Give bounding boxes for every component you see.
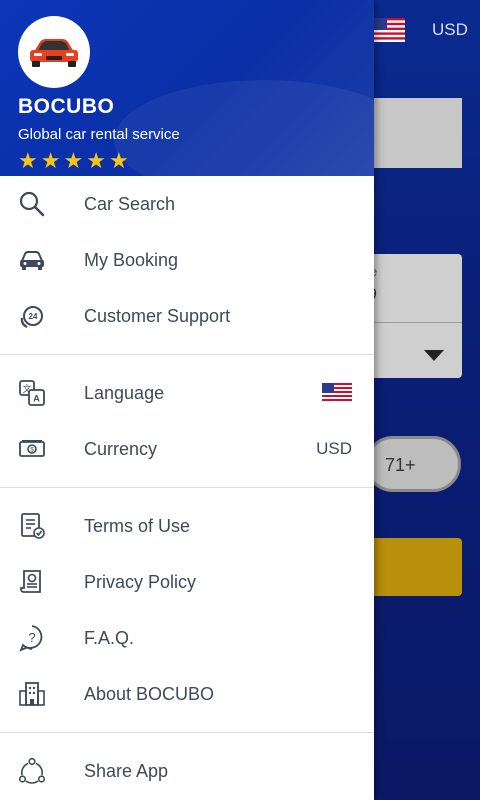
menu-item-currency[interactable]: $ Currency USD (0, 421, 374, 477)
menu-item-faq[interactable]: ? F.A.Q. (0, 610, 374, 666)
background-date-card[interactable]: e 9 (368, 254, 462, 378)
currency-code[interactable]: USD (432, 20, 468, 40)
translate-icon: 文A (18, 379, 46, 407)
age-pill-label: 71+ (385, 455, 416, 475)
menu-item-label: About BOCUBO (84, 683, 215, 704)
menu-item-label: Language (84, 382, 165, 403)
menu-section-info: Terms of Use Privacy Policy ? F.A.Q. Abo… (0, 488, 374, 733)
question-icon: ? (18, 624, 46, 652)
menu-section-preferences: 文A Language $ Currency USD (0, 355, 374, 488)
menu-item-label: Customer Support (84, 305, 231, 326)
background-age-pill[interactable]: 71+ (365, 436, 461, 492)
menu-item-label: Share App (84, 760, 169, 781)
building-icon (18, 680, 46, 708)
support-24-icon: 24 (18, 302, 46, 330)
drawer-header: BOCUBO Global car rental service ★ ★ ★ ★… (0, 0, 374, 176)
background-search-box[interactable] (370, 98, 462, 168)
menu-item-customer-support[interactable]: 24 Customer Support (0, 288, 374, 344)
menu-item-label: Car Search (84, 193, 176, 214)
us-flag-icon[interactable] (373, 18, 405, 42)
avatar (18, 16, 90, 88)
brand-subtitle: Global car rental service (18, 126, 180, 143)
svg-text:24: 24 (29, 312, 38, 321)
menu-item-privacy-policy[interactable]: Privacy Policy (0, 554, 374, 610)
menu-section-main: Car Search My Booking 24 Customer Suppor… (0, 176, 374, 355)
brand-title: BOCUBO (18, 95, 115, 118)
search-icon (18, 190, 46, 218)
currency-value: USD (316, 439, 352, 458)
navigation-drawer: BOCUBO Global car rental service ★ ★ ★ ★… (0, 0, 374, 800)
red-car-logo-icon (30, 39, 78, 67)
star-icon: ★ (40, 148, 61, 173)
menu-item-label: Currency (84, 438, 158, 459)
rating-stars: ★ ★ ★ ★ ★ (18, 150, 129, 172)
menu-item-label: Terms of Use (84, 515, 191, 536)
menu-item-label: F.A.Q. (84, 627, 135, 648)
car-icon (18, 246, 46, 274)
star-icon: ★ (108, 148, 129, 173)
star-icon: ★ (18, 148, 38, 173)
menu-item-terms-of-use[interactable]: Terms of Use (0, 498, 374, 554)
share-icon (18, 757, 46, 785)
banknote-icon: $ (18, 435, 46, 463)
menu-section-share: Share App (0, 733, 374, 799)
divider (370, 322, 462, 323)
menu-item-my-booking[interactable]: My Booking (0, 232, 374, 288)
star-icon: ★ (63, 148, 84, 173)
menu-item-language[interactable]: 文A Language (0, 365, 374, 421)
background-search-button[interactable] (370, 538, 462, 596)
certificate-icon (18, 568, 46, 596)
star-icon: ★ (86, 148, 106, 173)
us-flag-icon (322, 383, 352, 403)
menu-item-label: Privacy Policy (84, 571, 197, 592)
menu-item-label: My Booking (84, 249, 179, 270)
svg-text:?: ? (28, 630, 35, 645)
svg-text:A: A (33, 394, 40, 404)
document-check-icon (18, 512, 46, 540)
menu-item-about[interactable]: About BOCUBO (0, 666, 374, 722)
chevron-down-icon[interactable] (424, 350, 444, 361)
menu-item-car-search[interactable]: Car Search (0, 176, 374, 232)
menu-item-share-app[interactable]: Share App (0, 743, 374, 799)
